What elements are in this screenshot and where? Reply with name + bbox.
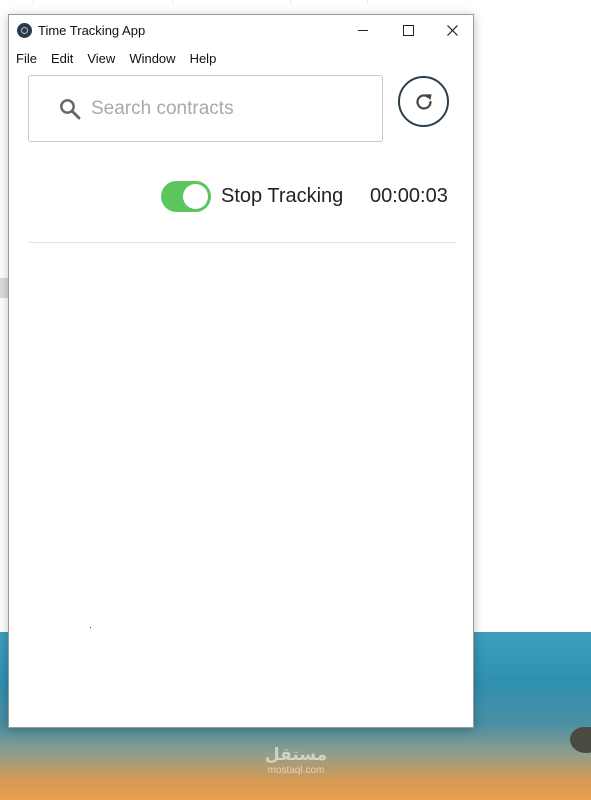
menu-file[interactable]: File <box>16 51 37 71</box>
menu-bar: File Edit View Window Help <box>9 51 230 71</box>
close-icon <box>446 25 458 36</box>
search-icon <box>60 99 81 120</box>
search-input[interactable] <box>91 94 361 124</box>
watermark-url: mostaql.com <box>267 764 325 776</box>
maximize-button[interactable] <box>385 15 431 46</box>
minimize-icon <box>358 30 368 31</box>
divider <box>28 242 456 243</box>
menu-edit[interactable]: Edit <box>51 51 73 71</box>
close-button[interactable] <box>429 15 475 46</box>
elapsed-timer: 00:00:03 <box>370 185 448 207</box>
minimize-button[interactable] <box>340 15 386 46</box>
watermark: مستقل mostaql.com <box>258 746 334 776</box>
background-window-edge <box>33 0 34 4</box>
tracking-status-label: Stop Tracking <box>221 185 344 207</box>
background-window-fragment <box>0 278 8 298</box>
background-window-edge <box>367 0 368 4</box>
menu-view[interactable]: View <box>87 51 115 71</box>
background-window-edge <box>172 0 173 4</box>
search-box[interactable] <box>28 75 383 142</box>
refresh-icon <box>415 93 432 110</box>
wallpaper-rock <box>570 727 591 753</box>
toggle-knob <box>183 184 208 209</box>
refresh-button[interactable] <box>398 76 449 127</box>
window-title: Time Tracking App <box>38 23 146 38</box>
tracking-toggle[interactable] <box>161 181 211 212</box>
background-window-edge <box>290 0 291 4</box>
stray-pixel <box>90 627 91 628</box>
maximize-icon <box>402 25 414 36</box>
app-window: Time Tracking App File Edit View Window … <box>8 14 474 728</box>
menu-help[interactable]: Help <box>190 51 217 71</box>
title-bar[interactable]: Time Tracking App <box>9 15 473 46</box>
app-logo-icon <box>17 23 32 38</box>
menu-window[interactable]: Window <box>129 51 175 71</box>
watermark-logo: مستقل <box>264 745 328 765</box>
